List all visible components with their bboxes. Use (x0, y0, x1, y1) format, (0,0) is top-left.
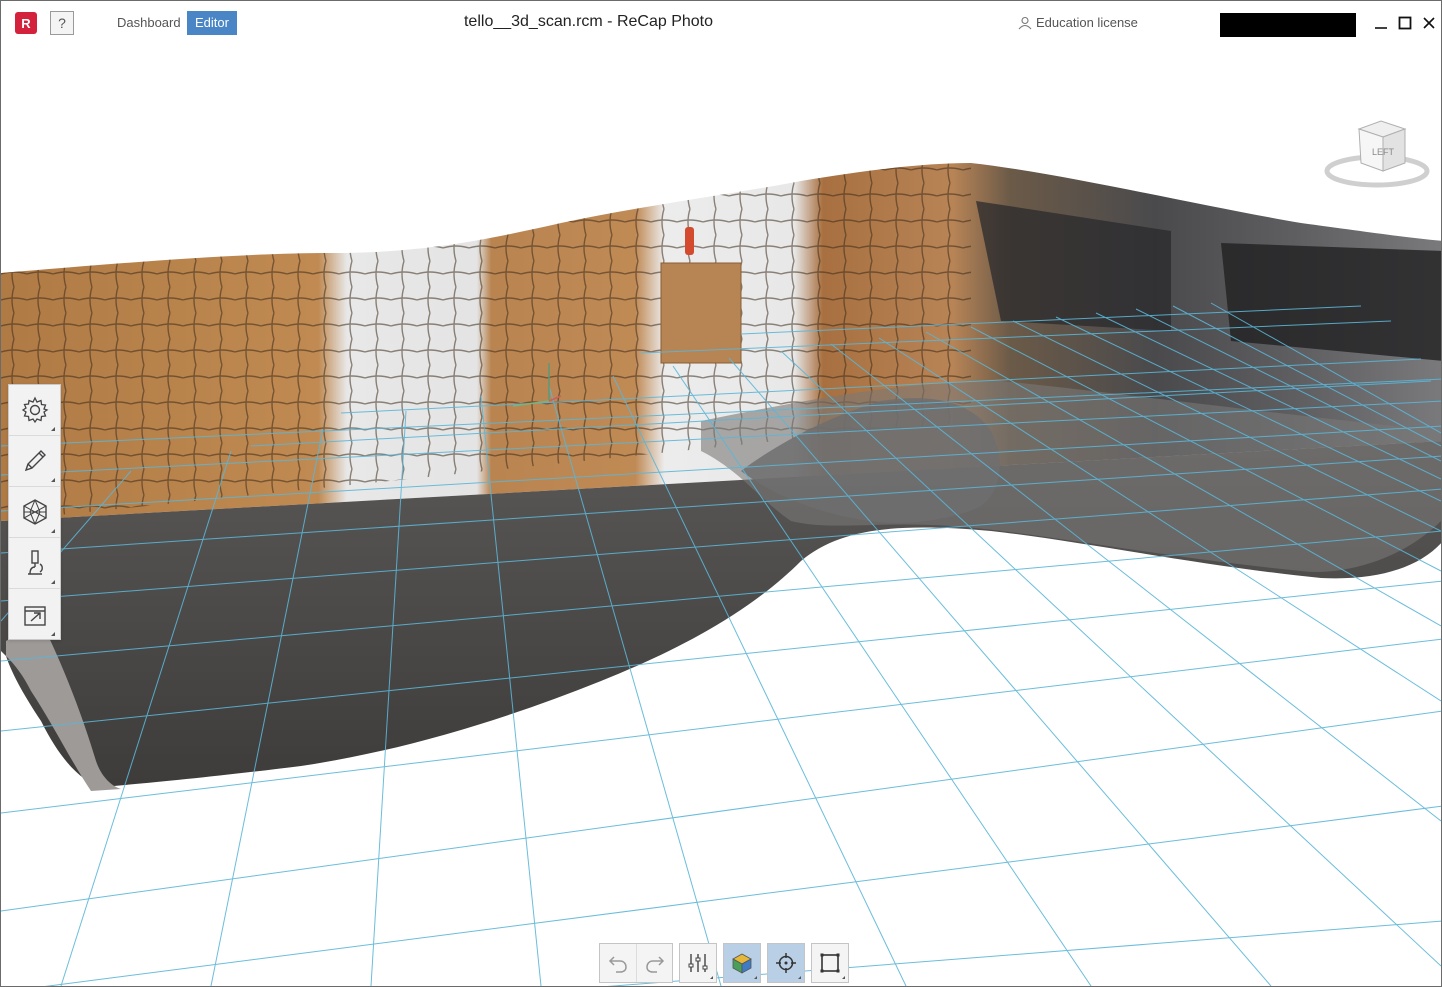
view-cube-face-label: LEFT (1372, 147, 1395, 157)
app-window: R ? Dashboard Editor tello__3d_scan.rcm … (0, 0, 1442, 987)
export-icon (23, 605, 46, 626)
tab-editor[interactable]: Editor (187, 11, 237, 35)
display-settings-button[interactable] (680, 944, 716, 982)
flyout-indicator (51, 427, 55, 431)
scene-canvas[interactable] (1, 45, 1441, 987)
scan-shelf (660, 262, 742, 364)
title-bar: R ? Dashboard Editor tello__3d_scan.rcm … (1, 1, 1441, 45)
undo-icon (608, 956, 627, 973)
flyout-indicator (754, 976, 757, 979)
mesh-tools-button[interactable] (9, 487, 60, 538)
mesh-polyhedron-icon (22, 499, 47, 525)
tab-dashboard[interactable]: Dashboard (109, 11, 189, 35)
pivot-target-icon (776, 953, 796, 973)
flyout-indicator (51, 529, 55, 533)
maximize-icon (1398, 16, 1412, 30)
analyze-button[interactable] (9, 538, 60, 589)
help-button[interactable]: ? (50, 11, 74, 35)
sliders-adjust-icon (688, 954, 708, 972)
flyout-indicator (51, 580, 55, 584)
render-mode-button[interactable] (724, 944, 760, 982)
settings-gear-icon (21, 396, 48, 424)
pencil-edit-icon (24, 450, 46, 472)
render-mode-cube-icon (732, 953, 752, 974)
export-button[interactable] (9, 589, 60, 640)
edit-tools-button[interactable] (9, 436, 60, 487)
maximize-button[interactable] (1393, 11, 1417, 35)
scan-extinguisher (685, 227, 694, 255)
display-settings-group (679, 943, 717, 983)
bottom-toolbar (599, 943, 849, 983)
close-button[interactable] (1417, 11, 1441, 35)
recap-logo-icon[interactable]: R (15, 12, 37, 34)
flyout-indicator (798, 976, 801, 979)
license-indicator[interactable]: Education license (1017, 15, 1138, 30)
close-icon (1423, 17, 1435, 29)
left-tool-palette (8, 384, 61, 640)
undo-redo-group (599, 943, 673, 983)
microscope-analyze-icon (27, 550, 43, 575)
3d-viewport[interactable]: LEFT (1, 45, 1441, 987)
flyout-indicator (842, 976, 845, 979)
redo-button[interactable] (636, 944, 672, 982)
user-account-redacted[interactable] (1220, 13, 1356, 37)
user-icon (1018, 16, 1032, 29)
undo-button[interactable] (600, 944, 636, 982)
minimize-icon (1375, 27, 1387, 29)
crop-box-icon (820, 953, 840, 973)
crop-box-button[interactable] (812, 944, 848, 982)
render-mode-group (723, 943, 761, 983)
flyout-indicator (51, 478, 55, 482)
pivot-group (767, 943, 805, 983)
window-title: tello__3d_scan.rcm - ReCap Photo (463, 13, 714, 30)
redo-icon (645, 956, 664, 973)
flyout-indicator (51, 632, 55, 636)
settings-button[interactable] (9, 385, 60, 436)
minimize-button[interactable] (1369, 11, 1393, 35)
flyout-indicator (710, 976, 713, 979)
crop-group (811, 943, 849, 983)
view-cube[interactable]: LEFT (1319, 115, 1431, 199)
license-label: Education license (1036, 15, 1138, 30)
pivot-point-button[interactable] (768, 944, 804, 982)
